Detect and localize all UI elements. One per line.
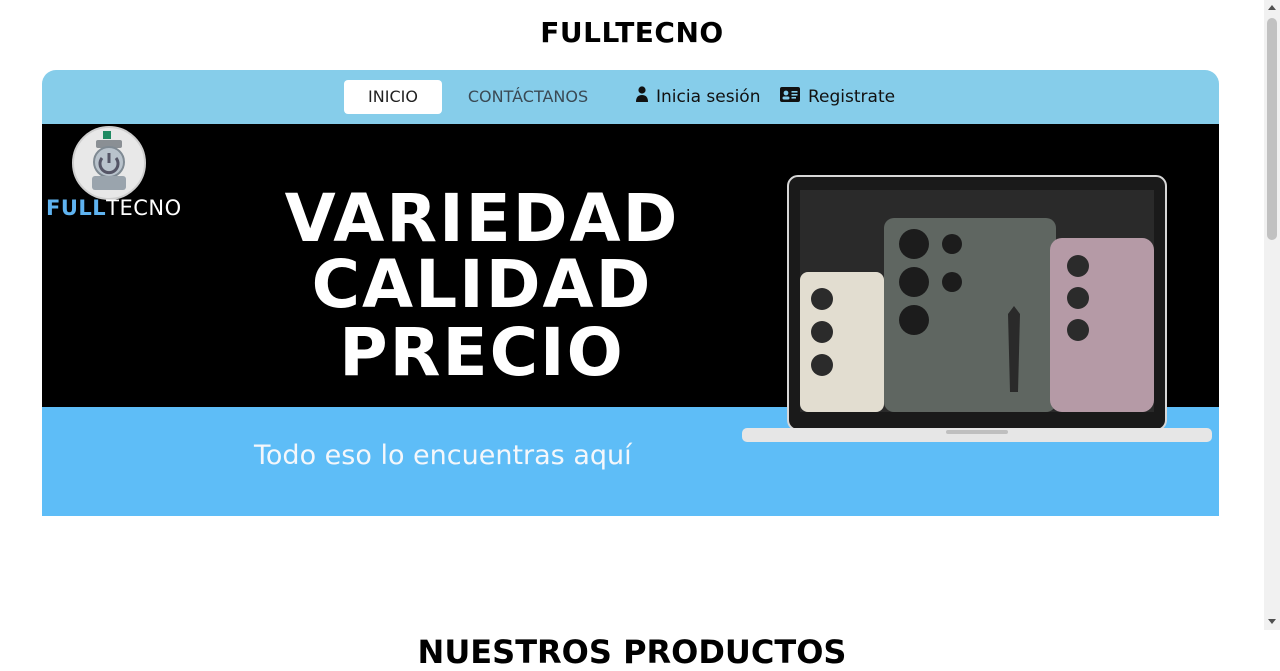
- brand-logo: [72, 126, 146, 200]
- scroll-up-arrow-icon[interactable]: [1268, 5, 1276, 10]
- main-navbar: INICIO CONTÁCTANOS Inicia sesión Registr…: [42, 70, 1219, 124]
- id-card-icon: [780, 80, 800, 114]
- laptop-phones-image: [742, 175, 1212, 442]
- register-link[interactable]: Registrate: [780, 80, 895, 114]
- page-scrollbar[interactable]: [1264, 0, 1280, 630]
- nav-item-contactanos[interactable]: CONTÁCTANOS: [450, 80, 606, 114]
- login-label: Inicia sesión: [656, 87, 761, 107]
- products-section-title: NUESTROS PRODUCTOS: [417, 632, 847, 671]
- headline-variedad: VARIEDAD: [284, 180, 680, 257]
- brand-logo-text: FULLTECNO: [46, 196, 182, 220]
- scroll-down-arrow-icon[interactable]: [1268, 619, 1276, 624]
- banner-tagline: Todo eso lo encuentras aquí: [254, 440, 632, 471]
- headline-calidad: CALIDAD: [311, 246, 653, 323]
- register-label: Registrate: [808, 87, 896, 107]
- user-icon: [636, 80, 648, 114]
- scrollbar-thumb[interactable]: [1267, 18, 1277, 240]
- robot-logo-icon: [92, 131, 126, 190]
- site-title: FULLTECNO: [540, 16, 724, 49]
- nav-item-inicio[interactable]: INICIO: [344, 80, 442, 114]
- headline-precio: PRECIO: [339, 314, 625, 391]
- login-link[interactable]: Inicia sesión: [636, 80, 760, 114]
- hero-banner: FULLTECNO VARIEDAD CALIDAD PRECIO Todo e…: [42, 124, 1219, 516]
